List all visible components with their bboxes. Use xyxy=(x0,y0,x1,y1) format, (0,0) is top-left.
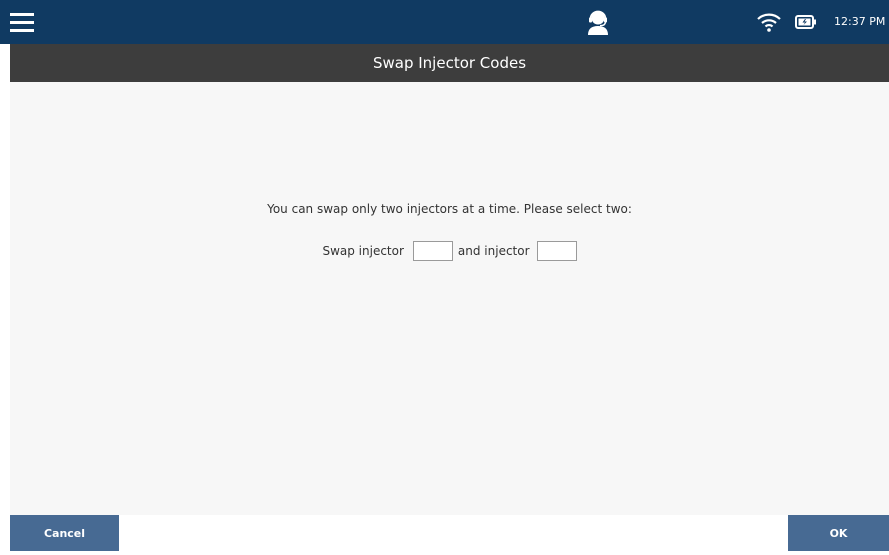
swap-injector-label: Swap injector xyxy=(322,244,404,258)
wifi-icon xyxy=(757,12,781,32)
injector-1-input[interactable] xyxy=(412,241,453,261)
main-content: You can swap only two injectors at a tim… xyxy=(10,82,889,515)
hamburger-menu-icon[interactable] xyxy=(10,12,34,33)
ok-button[interactable]: OK xyxy=(788,515,889,551)
status-bar: 12:37 PM xyxy=(0,0,889,44)
battery-icon xyxy=(795,15,817,29)
support-agent-icon[interactable] xyxy=(586,9,610,35)
cancel-button[interactable]: Cancel xyxy=(10,515,119,551)
title-bar: Swap Injector Codes xyxy=(10,44,889,82)
clock: 12:37 PM xyxy=(834,15,886,28)
instruction-text: You can swap only two injectors at a tim… xyxy=(267,202,632,216)
swap-row: Swap injector and injector xyxy=(10,241,889,261)
page-title: Swap Injector Codes xyxy=(372,54,527,72)
injector-2-input[interactable] xyxy=(536,241,577,261)
and-injector-label: and injector xyxy=(457,244,530,258)
footer: Cancel OK xyxy=(10,515,889,555)
